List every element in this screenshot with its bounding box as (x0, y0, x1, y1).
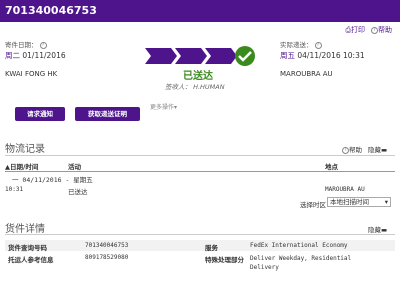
destination-city: MAROUBRA AU (280, 70, 333, 78)
service-value: FedEx International Economy (250, 242, 348, 249)
details-collapse-label: 隐藏 (368, 226, 381, 234)
help-icon[interactable]: ? (39, 41, 47, 49)
travel-history-title: 物流记录 (5, 144, 45, 155)
tracking-number-label: 货件查询号码 (8, 244, 47, 252)
collapse-icon: ▬ (381, 226, 388, 234)
signed-by-label: 签收人： (165, 83, 191, 91)
actual-delivery-label-text: 实际递送： (280, 41, 313, 49)
tracking-header: 701340046753 (0, 0, 400, 22)
proof-of-delivery-button[interactable]: 获取递送证明 (75, 107, 140, 121)
collapse-icon: ▬ (381, 146, 388, 154)
event-activity: 已送达 (68, 188, 88, 196)
request-notification-button[interactable]: 请求通知 (15, 107, 65, 121)
travel-collapse-label: 隐藏 (368, 146, 381, 154)
progress-step-3 (205, 48, 237, 64)
event-location: MAROUBRA AU (325, 186, 365, 193)
progress-step-1 (145, 48, 177, 64)
progress-step-2 (175, 48, 207, 64)
shipper-reference-value: 809178529080 (85, 254, 129, 261)
day-group-row[interactable]: 一 04/11/2016 - 星期五 (12, 174, 93, 184)
actual-delivery-date: 周五 04/11/2016 10:31 (280, 50, 365, 61)
column-date[interactable]: ▲日期/时间 (5, 161, 38, 171)
special-handling-value: Deliver Weekday, Residential Delivery (250, 255, 352, 271)
help-icon: ? (371, 26, 378, 34)
delivery-status: 已送达 (183, 71, 213, 82)
actual-delivery-label: 实际递送： ? (280, 39, 322, 49)
ship-date: 周二 01/11/2016 (5, 50, 66, 61)
event-time: 10:31 (5, 186, 24, 193)
help-icon[interactable]: ? (314, 41, 322, 49)
ship-day: 周二 (5, 51, 20, 60)
divider (5, 234, 395, 235)
help-icon: ? (342, 146, 349, 154)
travel-collapse-link[interactable]: 隐藏▬ (368, 144, 387, 154)
divider (5, 155, 395, 156)
travel-help-label: 帮助 (349, 146, 362, 154)
ship-date-label: 寄件日期： ? (5, 39, 47, 49)
dropdown-arrow-icon: ▾ (384, 198, 388, 206)
special-handling-label: 特殊处理部分 (205, 256, 244, 264)
tracking-number-value: 701340046753 (85, 242, 129, 249)
actual-date-value: 04/11/2016 10:31 (297, 51, 365, 60)
delivery-progress (145, 46, 255, 66)
help-link[interactable]: ? 帮助 (371, 25, 392, 35)
shipper-reference-label: 托运人参考信息 (8, 256, 54, 264)
help-label: 帮助 (378, 26, 392, 34)
column-location: 地点 (325, 163, 338, 171)
travel-help-link[interactable]: ? 帮助 (342, 144, 362, 154)
top-links: ⎙打印 ? 帮助 (345, 25, 392, 35)
shipment-details-title: 货件详情 (5, 224, 45, 235)
more-actions-link[interactable]: 更多操作▾ (150, 102, 177, 111)
origin-city: KWAI FONG HK (5, 70, 58, 78)
print-label: 打印 (351, 26, 365, 34)
timezone-select-value: 本地扫描时间 (330, 198, 369, 206)
ship-date-label-text: 寄件日期： (5, 41, 38, 49)
table-header-divider (5, 171, 395, 172)
delivered-check-icon (235, 46, 255, 66)
service-label: 服务 (205, 244, 218, 252)
details-collapse-link[interactable]: 隐藏▬ (368, 224, 387, 234)
actual-day: 周五 (280, 51, 295, 60)
signed-by-name: H.HUMAN (193, 83, 225, 91)
print-link[interactable]: ⎙打印 (345, 25, 365, 35)
signed-by: 签收人： H.HUMAN (165, 81, 225, 91)
timezone-select[interactable]: 本地扫描时间 ▾ (327, 197, 391, 207)
column-activity: 活动 (68, 163, 81, 171)
timezone-label: 选择时区 (300, 201, 326, 209)
ship-date-value: 01/11/2016 (22, 51, 66, 60)
